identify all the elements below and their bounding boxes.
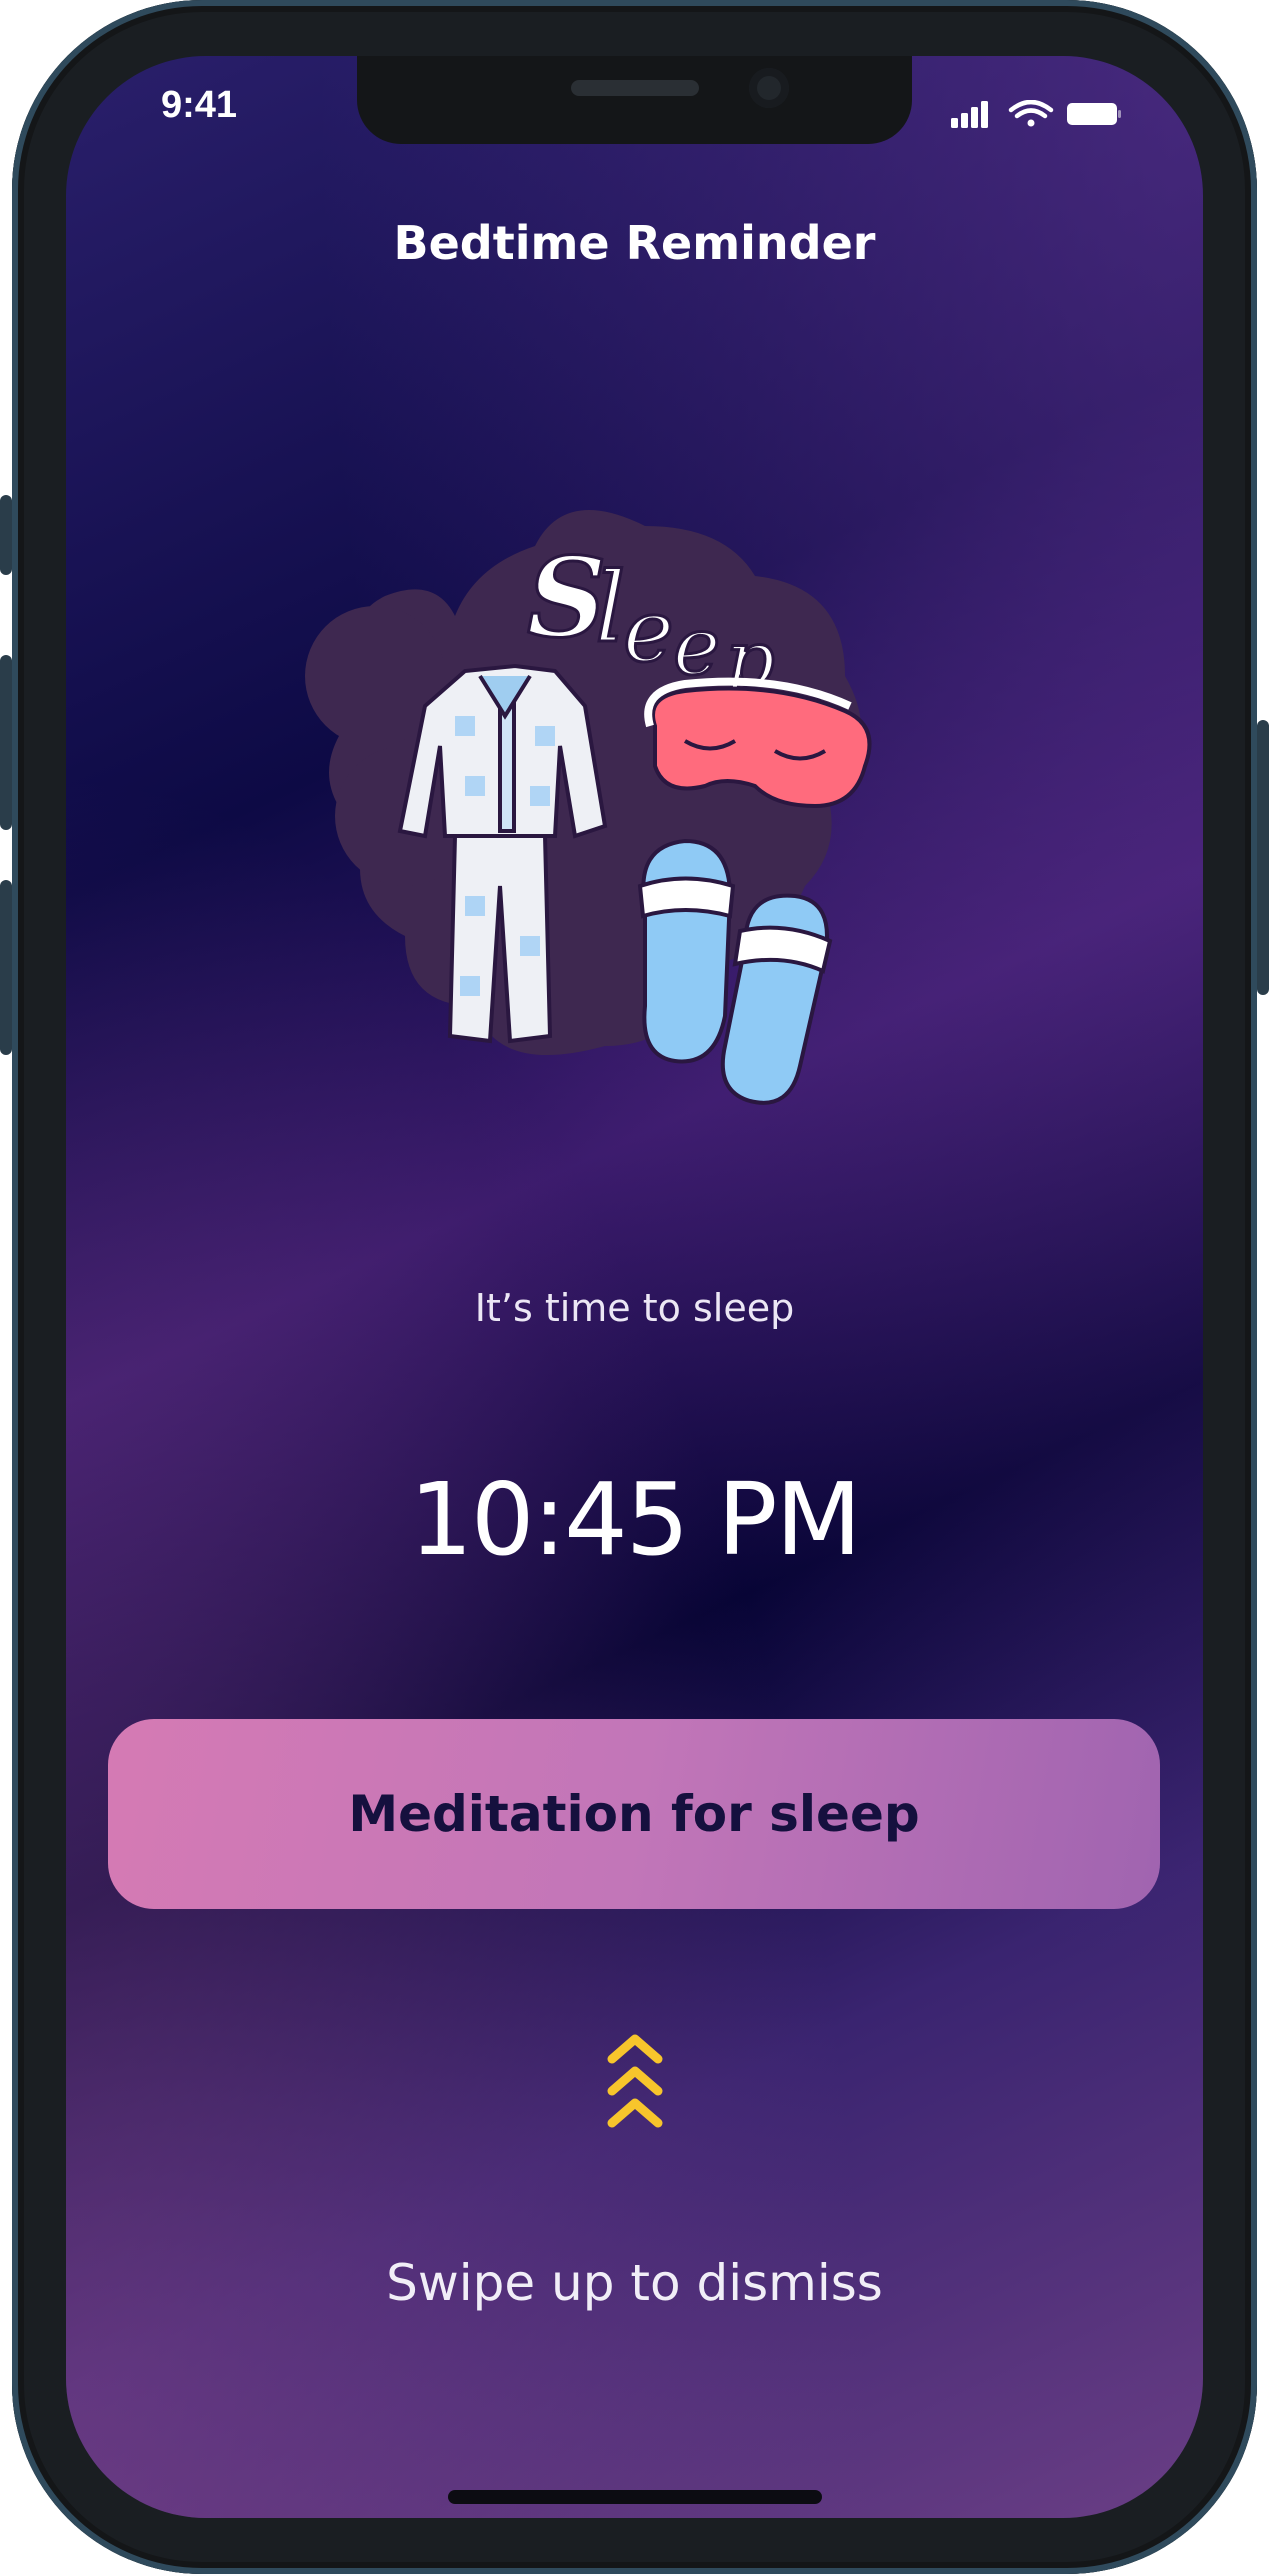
app-screen: 9:41 Bedtime Reminder S l e e p It’s tim… [66, 56, 1203, 2518]
side-button-volume-up [0, 655, 12, 830]
notch [357, 56, 912, 144]
bedtime-time: 10:45 PM [409, 1461, 862, 1578]
reminder-message: It’s time to sleep [474, 1286, 795, 1330]
status-bar-time: 9:41 [161, 84, 238, 126]
side-button-mute [0, 495, 12, 575]
sleep-illustration: S l e e p [305, 510, 872, 1105]
status-bar-icons [951, 100, 1121, 128]
front-camera [749, 68, 789, 108]
battery-icon [1067, 103, 1121, 125]
swipe-to-dismiss-label: Swipe up to dismiss [386, 2254, 883, 2312]
triple-chevron-up-icon[interactable] [604, 2029, 666, 2139]
page-title: Bedtime Reminder [393, 216, 876, 270]
side-button-volume-down [0, 880, 12, 1055]
home-indicator[interactable] [448, 2490, 822, 2504]
meditation-for-sleep-button[interactable]: Meditation for sleep [108, 1719, 1160, 1909]
sleep-mask [644, 677, 872, 809]
side-button-power [1257, 720, 1269, 995]
speaker-grille [571, 80, 699, 96]
signal-icon [951, 101, 988, 128]
svg-text:e: e [623, 582, 674, 682]
svg-text:l: l [595, 552, 626, 664]
wifi-icon [1008, 100, 1054, 127]
